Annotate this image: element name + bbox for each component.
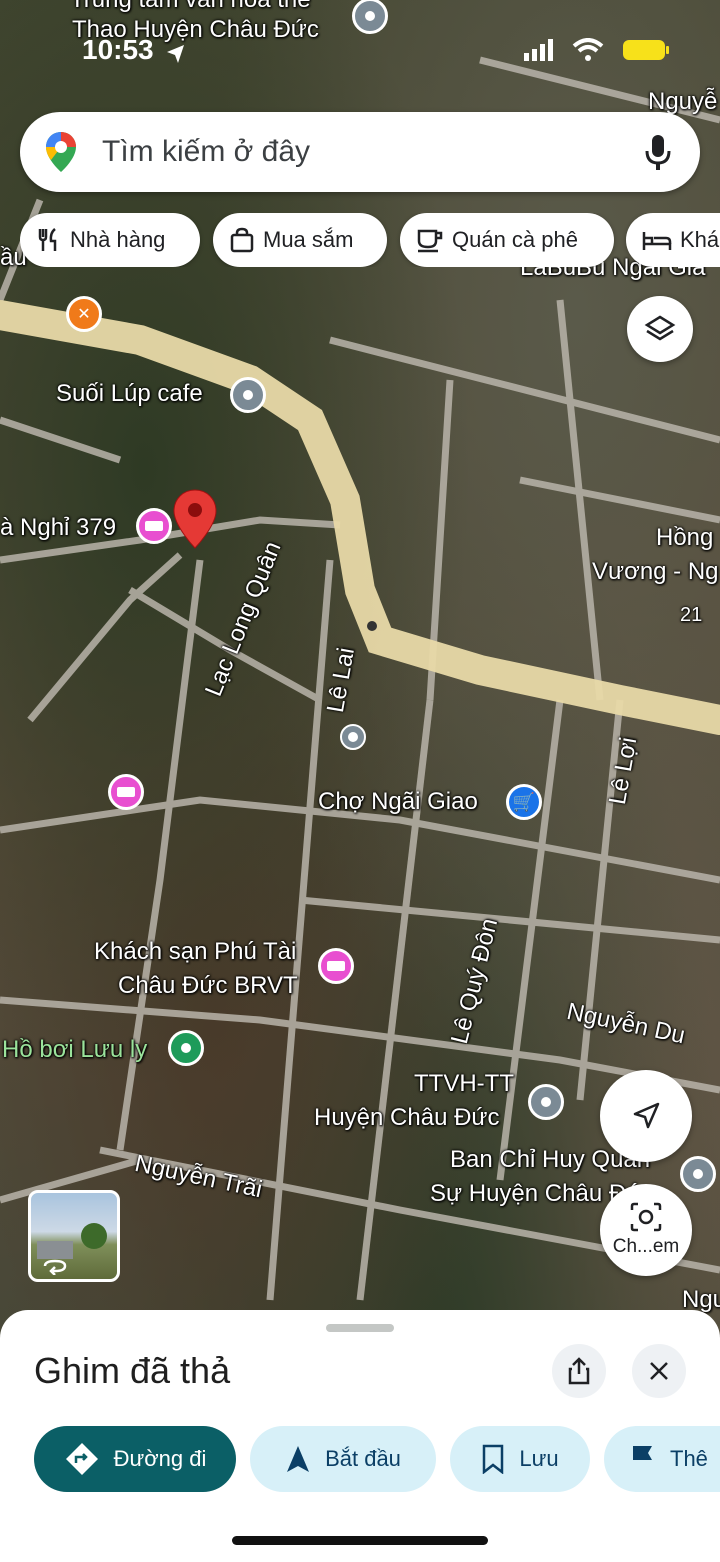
poi-label-hong: Hồng	[656, 524, 714, 551]
poi-label-suoi-lup: Suối Lúp cafe	[56, 380, 203, 407]
poi-label-hong-2: Vương - Ng	[592, 558, 719, 585]
search-placeholder[interactable]: Tìm kiếm ở đây	[102, 135, 644, 169]
wifi-icon	[572, 38, 604, 61]
navigation-arrow-icon	[633, 1102, 660, 1129]
chip-coffee[interactable]: Quán cà phê	[400, 213, 614, 267]
road-number-21: 21	[680, 604, 703, 626]
chip-label: Nhà hàng	[70, 227, 166, 252]
place-bottom-sheet[interactable]: Ghim đã thả Đường đi Bắt đầu Lưu Thê	[0, 1310, 720, 1562]
layers-icon	[644, 315, 676, 341]
dropped-pin-icon[interactable]	[172, 488, 218, 550]
camera-label: Ch...em	[612, 1236, 680, 1257]
bus-stop-icon[interactable]	[340, 724, 366, 750]
directions-icon	[65, 1443, 98, 1475]
hotel-marker-icon[interactable]	[136, 508, 172, 544]
poi-label-culture-center: Trung tâm văn hóa thể	[70, 0, 311, 14]
poi-marker-icon[interactable]	[230, 377, 266, 413]
share-icon	[568, 1357, 590, 1385]
sheet-title: Ghim đã thả	[34, 1350, 231, 1391]
coffee-icon	[417, 229, 443, 253]
directions-button[interactable]: Đường đi	[34, 1426, 236, 1492]
chip-restaurants[interactable]: Nhà hàng	[20, 213, 200, 267]
chip-hotels[interactable]: Khá	[626, 213, 720, 267]
home-indicator	[232, 1536, 488, 1545]
poi-label-khach-san-2: Châu Đức BRVT	[118, 972, 298, 999]
save-button[interactable]: Lưu	[450, 1426, 590, 1492]
start-button[interactable]: Bắt đầu	[250, 1426, 436, 1492]
sheet-drag-handle[interactable]	[326, 1324, 394, 1332]
navigation-start-icon	[287, 1446, 310, 1472]
chip-shopping[interactable]: Mua sắm	[213, 213, 387, 267]
chip-label: Quán cà phê	[452, 227, 578, 252]
my-location-button[interactable]	[600, 1070, 692, 1162]
poi-marker-icon[interactable]	[680, 1156, 716, 1192]
poi-marker-icon[interactable]	[528, 1084, 564, 1120]
hotel-marker-icon[interactable]	[318, 948, 354, 984]
share-button[interactable]	[552, 1344, 606, 1398]
camera-lens-icon	[630, 1202, 662, 1232]
flag-icon	[633, 1446, 652, 1472]
hotel-marker-icon[interactable]	[108, 774, 144, 810]
status-icons	[524, 38, 670, 62]
action-label: Đường đi	[113, 1446, 207, 1471]
action-label: Bắt đầu	[325, 1446, 401, 1471]
poi-label-khach-san: Khách sạn Phú Tài	[94, 938, 297, 965]
camera-search-button[interactable]: Ch...em	[600, 1184, 692, 1276]
battery-icon	[623, 40, 669, 60]
poi-label-ho-boi: Hồ bơi Lưu ly	[2, 1036, 148, 1063]
poi-label-ttvh-2: Huyện Châu Đức	[314, 1104, 500, 1131]
search-bar[interactable]: Tìm kiếm ở đây	[20, 112, 700, 192]
shopping-marker-icon[interactable]: 🛒	[506, 784, 542, 820]
close-icon	[650, 1362, 668, 1380]
chip-label: Mua sắm	[263, 227, 354, 252]
layers-button[interactable]	[627, 296, 693, 362]
tree-shape	[81, 1223, 107, 1249]
google-maps-logo-icon	[46, 132, 76, 172]
park-marker-icon[interactable]	[168, 1030, 204, 1066]
add-label-button[interactable]: Thê	[604, 1426, 720, 1492]
bookmark-icon	[483, 1444, 504, 1474]
street-view-thumbnail[interactable]	[28, 1190, 120, 1282]
status-time: 10:53	[82, 34, 154, 65]
poi-label-ttvh: TTVH-TT	[414, 1070, 514, 1097]
rotate-360-icon	[43, 1259, 67, 1275]
poi-label-cho-ngai-giao: Chợ Ngãi Giao	[318, 788, 478, 815]
category-chips: Nhà hàng Mua sắm Quán cà phê Khá	[20, 213, 720, 267]
poi-label-nha-nghi: à Nghỉ 379	[0, 514, 117, 541]
location-arrow-icon	[167, 45, 184, 63]
hotel-icon	[642, 232, 672, 250]
chip-label: Khá	[680, 227, 720, 252]
shopping-bag-icon	[230, 227, 254, 253]
restaurant-marker-icon[interactable]: ✕	[66, 296, 102, 332]
action-buttons: Đường đi Bắt đầu Lưu Thê	[34, 1426, 720, 1492]
action-label: Thê	[670, 1446, 708, 1471]
close-button[interactable]	[632, 1344, 686, 1398]
signal-icon	[524, 39, 553, 61]
action-label: Lưu	[519, 1446, 559, 1471]
microphone-icon[interactable]	[644, 133, 672, 171]
restaurant-icon	[38, 228, 57, 251]
